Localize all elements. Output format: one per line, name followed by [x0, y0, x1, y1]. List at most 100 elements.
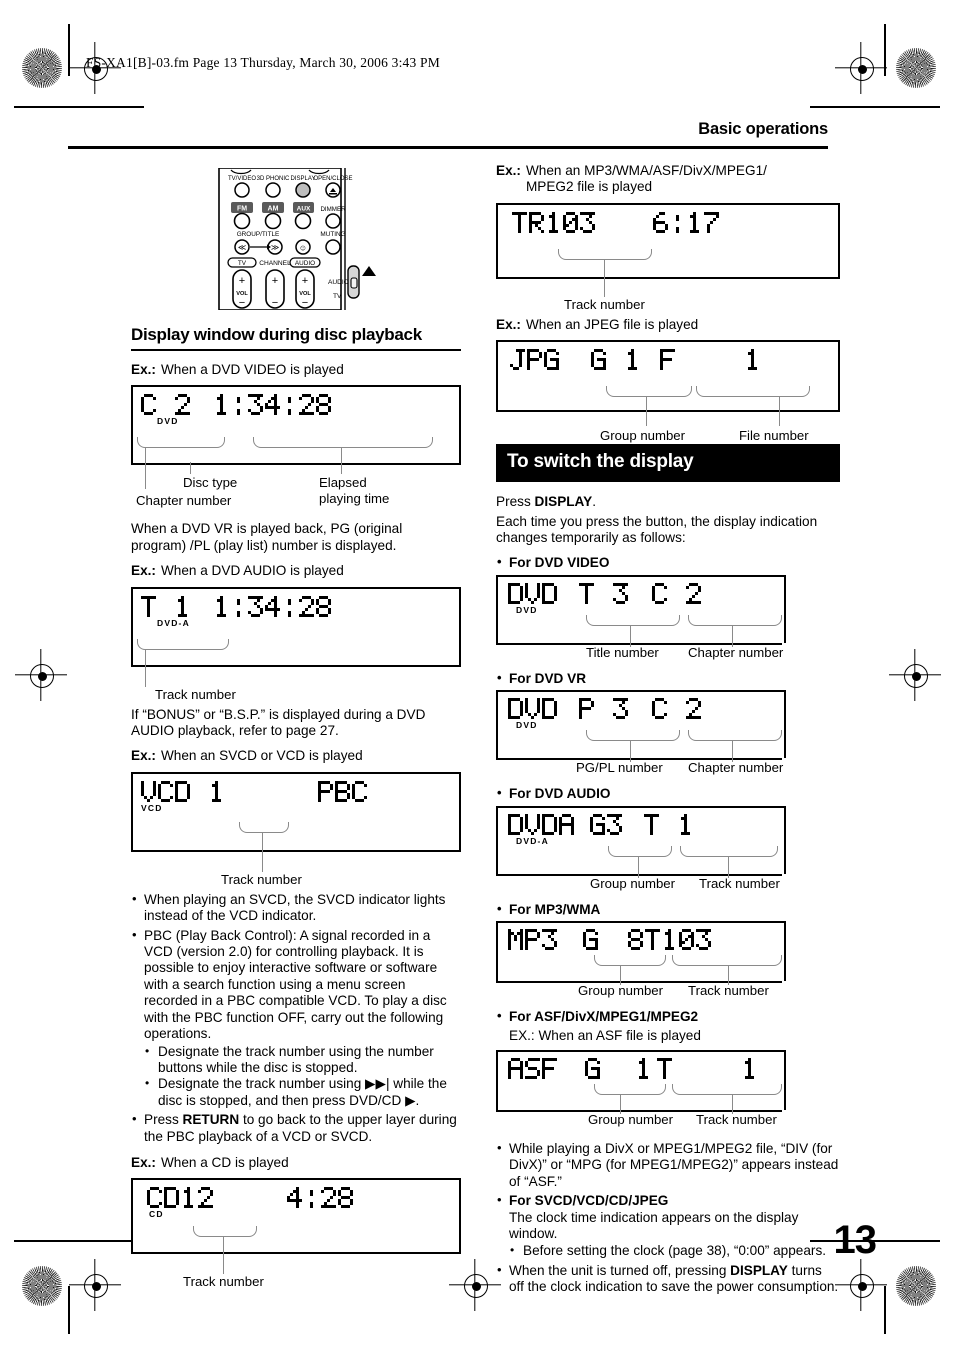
display-keyword: DISPLAY: [534, 494, 593, 510]
right-column: Ex.: When an MP3/WMA/ASF/DivX/MPEG1/ MPE…: [496, 163, 840, 1304]
callout-line-track: [728, 965, 730, 986]
lcd-left-text: [141, 595, 192, 617]
lcd-example-mp3file: Track number: [496, 202, 840, 312]
lcd-switch-mp3-wma: Group number Track number: [496, 921, 840, 1005]
pbc-sub-list: Designate the track number using the num…: [144, 1043, 461, 1110]
density-blob-bottom-right: [896, 1266, 936, 1306]
registration-mark-right-middle: [896, 656, 934, 694]
example-label: Ex.:: [131, 748, 156, 764]
example-label: Ex.:: [131, 563, 156, 579]
caption-elapsed: Elapsed: [319, 475, 367, 491]
list-item: For ASF/DivX/MPEG1/MPEG2: [496, 1008, 840, 1025]
lcd-disc-indicator: DVD-A: [157, 617, 190, 628]
example-svcd: Ex.: When an SVCD or VCD is played: [131, 748, 461, 764]
caption-track-number: Track number: [221, 871, 302, 887]
example-label: Ex.:: [496, 163, 521, 178]
lcd-mid-text: [583, 929, 600, 951]
example-text: When a DVD AUDIO is played: [160, 563, 344, 579]
lcd-mid-text: [585, 1057, 653, 1079]
callout-brace-chapter: [137, 437, 225, 449]
svg-text:TV/VIDEO: TV/VIDEO: [228, 176, 256, 182]
press-display-paragraph: Each time you press the button, the disp…: [496, 513, 818, 546]
press-suffix: .: [592, 494, 596, 510]
header-rule: [68, 146, 828, 149]
lcd-left-text: [141, 780, 226, 802]
lcd-right-text: [652, 582, 703, 604]
example-dvd-audio: Ex.: When a DVD AUDIO is played: [131, 563, 461, 579]
list-item: Designate the track number using the num…: [144, 1043, 461, 1077]
lcd-mid-text: [591, 349, 642, 371]
caption-chapter-number: Chapter number: [688, 644, 784, 660]
list-item: For MP3/WMA: [496, 901, 840, 918]
callout-line-track: [728, 855, 730, 878]
callout-brace-track: [193, 1226, 257, 1238]
heading-dvd-audio: For DVD AUDIO: [496, 785, 840, 802]
density-blob-top-left: [22, 48, 62, 88]
file-stamp: FS-XA1[B]-03.fm Page 13 Thursday, March …: [86, 55, 440, 70]
caption-group-number: Group number: [588, 1111, 674, 1127]
page-number: 13: [833, 1218, 877, 1262]
lcd-example-cd: CD Track number: [131, 1178, 461, 1289]
callout-line-chapter: [732, 740, 734, 763]
lcd-mid-text: [590, 813, 624, 835]
svg-text:DIMMER: DIMMER: [320, 206, 346, 213]
heading-dvd-vr: For DVD VR: [496, 670, 840, 687]
callout-line-chapter: [732, 624, 734, 647]
heading-mp3-wma: For MP3/WMA: [496, 901, 840, 918]
lcd-right-text: [287, 1187, 355, 1209]
example-text: When a DVD VIDEO is played: [160, 362, 344, 377]
example-text: When an SVCD or VCD is played: [160, 748, 363, 764]
heading-asf: For ASF/DivX/MPEG1/MPEG2: [496, 1008, 840, 1025]
callout-brace-track: [239, 821, 289, 833]
list-item: PBC (Play Back Control): A signal record…: [131, 927, 461, 1110]
registration-mark-bottom-right: [842, 1266, 880, 1304]
lcd-left-text: [508, 698, 559, 720]
svg-text:−: −: [272, 297, 278, 309]
callout-line-title: [630, 624, 632, 647]
lcd-switch-asf: Group number Track number: [496, 1049, 840, 1134]
caption-track-number: Track number: [564, 296, 645, 312]
list-item: Before setting the clock (page 38), “0:0…: [509, 1242, 840, 1259]
display-keyword: DISPLAY: [730, 1262, 788, 1278]
svcd-notes-list: When playing an SVCD, the SVCD indicator…: [131, 891, 461, 1145]
lcd-disc-indicator: DVD: [157, 416, 179, 427]
lcd-example-jpeg: Group number File number: [496, 340, 840, 444]
caption-group-number: Group number: [600, 428, 686, 444]
callout-line-track: [223, 1236, 225, 1275]
registration-mark-top-right: [842, 49, 880, 87]
svg-text:AUDIO: AUDIO: [295, 260, 315, 267]
list-item: For DVD VIDEO: [496, 554, 840, 571]
lcd-left-text: [508, 929, 559, 951]
lcd-left-text: [141, 394, 192, 416]
lcd-disc-indicator: VCD: [141, 802, 163, 813]
lcd-left-text: [508, 1057, 559, 1079]
list-item: When playing an SVCD, the SVCD indicator…: [131, 891, 461, 925]
svg-text:≫: ≫: [271, 243, 279, 252]
svg-text:3D PHONIC: 3D PHONIC: [257, 176, 290, 182]
registration-mark-bottom-left: [76, 1266, 114, 1304]
lcd-left-text: [147, 1187, 215, 1209]
return-prefix: Press: [144, 1112, 183, 1128]
callout-brace-group: [606, 386, 692, 398]
example-label: Ex.:: [131, 1154, 156, 1170]
caption-pgpl-number: PG/PL number: [576, 760, 663, 776]
crop-line-top-left-v: [68, 24, 70, 76]
callout-line-chapter: [145, 447, 147, 490]
crop-line-top-right-h: [810, 106, 940, 108]
svg-text:TV: TV: [333, 293, 342, 300]
left-column: Display window during disc playback Ex.:…: [131, 325, 461, 1289]
caption-file-number: File number: [739, 428, 809, 444]
callout-brace-chapter: [688, 614, 782, 626]
callout-brace-group: [594, 1083, 666, 1095]
svg-text:OPEN/CLOSE: OPEN/CLOSE: [313, 176, 352, 182]
lcd-right-text: [652, 698, 703, 720]
example-text-line2: MPEG2 file is played: [525, 179, 653, 195]
callout-line-group: [638, 855, 640, 878]
svg-text:+: +: [272, 275, 278, 287]
callout-line-group: [620, 965, 622, 986]
lcd-right-text: [653, 211, 721, 233]
density-blob-bottom-left: [22, 1266, 62, 1306]
svg-text:≪: ≪: [238, 243, 246, 252]
registration-mark-bottom-center: [456, 1266, 494, 1304]
off-prefix: When the unit is turned off, pressing: [509, 1262, 731, 1278]
